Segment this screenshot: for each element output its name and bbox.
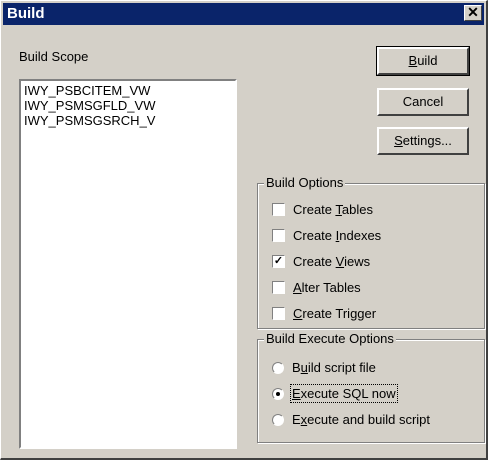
build-dialog: Build ✕ Build Scope IWY_PSBCITEM_VW IWY_… <box>0 0 488 460</box>
build-scope-label: Build Scope <box>19 49 89 64</box>
build-script-file-radio[interactable]: Build script file <box>272 360 376 376</box>
checkbox-icon <box>272 281 285 295</box>
radio-selected-icon <box>272 387 284 400</box>
list-item[interactable]: IWY_PSBCITEM_VW <box>24 83 232 98</box>
execute-sql-now-radio[interactable]: Execute SQL now <box>272 384 398 403</box>
build-options-title: Build Options <box>264 175 346 190</box>
radio-icon <box>272 413 284 426</box>
build-button[interactable]: Build <box>376 46 470 76</box>
execute-and-build-radio[interactable]: Execute and build script <box>272 412 430 428</box>
build-options-group: Build Options Create Tables Create Index… <box>257 175 485 329</box>
execute-options-title: Build Execute Options <box>264 331 396 346</box>
create-tables-checkbox[interactable]: Create Tables <box>272 202 373 218</box>
execute-options-group: Build Execute Options Build script file … <box>257 331 485 443</box>
checkbox-icon <box>272 203 285 217</box>
cancel-button[interactable]: Cancel <box>377 88 469 116</box>
checkmark-icon: ✓ <box>272 255 285 269</box>
build-scope-list[interactable]: IWY_PSBCITEM_VW IWY_PSMSGFLD_VW IWY_PSMS… <box>19 79 237 449</box>
list-item[interactable]: IWY_PSMSGSRCH_V <box>24 113 232 128</box>
checkbox-icon <box>272 307 285 321</box>
create-indexes-checkbox[interactable]: Create Indexes <box>272 228 381 244</box>
close-icon[interactable]: ✕ <box>464 5 482 21</box>
create-trigger-checkbox[interactable]: Create Trigger <box>272 306 376 322</box>
create-views-checkbox[interactable]: ✓ Create Views <box>272 254 370 270</box>
settings-button[interactable]: Settings... <box>377 127 469 155</box>
title-bar: Build ✕ <box>3 3 484 25</box>
radio-icon <box>272 361 284 374</box>
window-title: Build <box>7 5 45 22</box>
checkbox-icon <box>272 229 285 243</box>
list-item[interactable]: IWY_PSMSGFLD_VW <box>24 98 232 113</box>
alter-tables-checkbox[interactable]: Alter Tables <box>272 280 361 296</box>
